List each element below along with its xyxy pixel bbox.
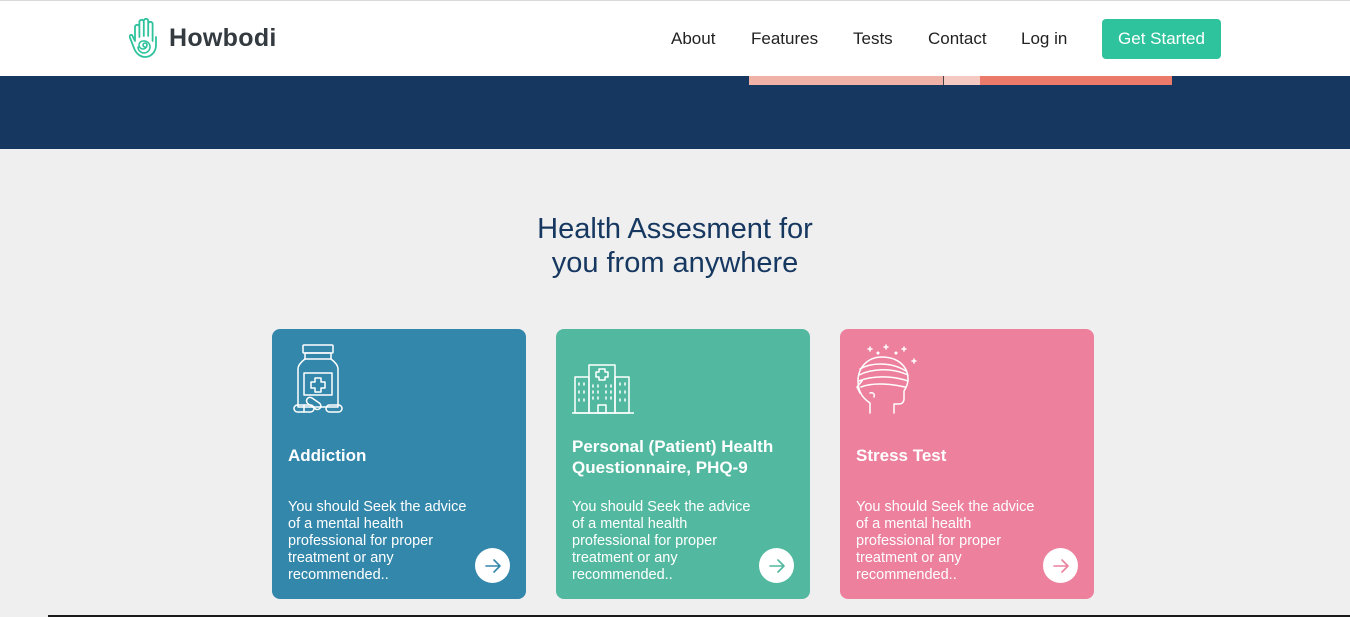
get-started-button[interactable]: Get Started — [1102, 19, 1221, 59]
card-description: You should Seek the advice of a mental h… — [572, 499, 751, 583]
hero-illustration-part — [749, 76, 943, 85]
hero-illustration-part — [944, 76, 980, 85]
test-card-phq9[interactable]: Personal (Patient) Health Questionnaire,… — [556, 329, 810, 599]
card-arrow-button[interactable] — [475, 548, 510, 583]
card-title: Stress Test — [856, 446, 947, 465]
card-description: You should Seek the advice of a mental h… — [856, 499, 1035, 583]
site-header: Howbodi About Features Tests Contact Log… — [0, 0, 1350, 76]
card-title: Personal (Patient) Health Questionnaire,… — [572, 437, 774, 477]
section-title: Health Assesment for you from anywhere — [0, 212, 1350, 280]
hospital-building-icon — [571, 343, 635, 420]
nav-about[interactable]: About — [671, 29, 715, 49]
nav-contact[interactable]: Contact — [928, 29, 987, 49]
card-description: You should Seek the advice of a mental h… — [288, 499, 467, 583]
card-arrow-button[interactable] — [1043, 548, 1078, 583]
test-card-addiction[interactable]: Addiction You should Seek the advice of … — [272, 329, 526, 599]
card-arrow-button[interactable] — [759, 548, 794, 583]
arrow-right-icon — [1052, 558, 1069, 573]
nav-login[interactable]: Log in — [1021, 29, 1067, 49]
hero-banner — [0, 76, 1350, 149]
head-bandage-icon — [856, 343, 918, 420]
hero-illustration-part — [980, 76, 1172, 85]
arrow-right-icon — [484, 558, 501, 573]
arrow-right-icon — [768, 558, 785, 573]
card-title: Addiction — [288, 446, 367, 465]
nav-features[interactable]: Features — [751, 29, 818, 49]
test-card-stress[interactable]: Stress Test You should Seek the advice o… — [840, 329, 1094, 599]
section-title-line1: Health Assesment for — [537, 213, 813, 245]
section-title-line2: you from anywhere — [551, 247, 799, 279]
medicine-bottle-icon — [288, 343, 348, 422]
nav-tests[interactable]: Tests — [853, 29, 893, 49]
